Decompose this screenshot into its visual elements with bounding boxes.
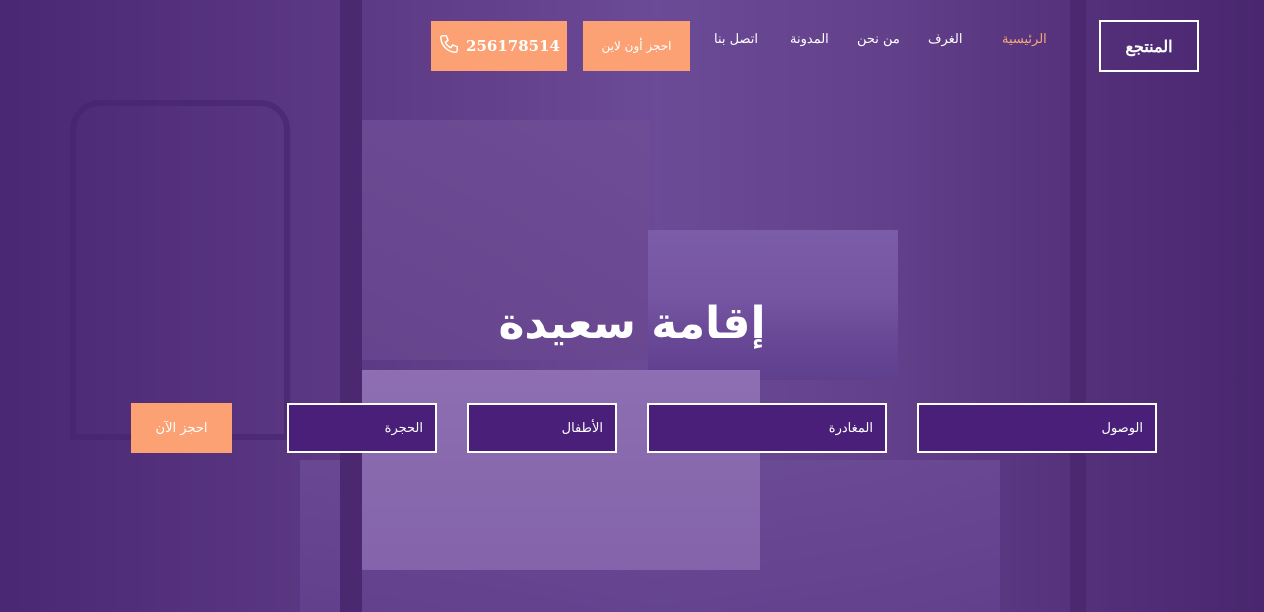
nav-item-contact[interactable]: اتصل بنا xyxy=(714,32,758,47)
site-logo[interactable]: المنتجع xyxy=(1099,20,1199,72)
arrival-field[interactable]: الوصول xyxy=(917,403,1157,453)
departure-label: المغادرة xyxy=(828,420,873,436)
children-label: الأطفال xyxy=(561,420,603,436)
book-now-button[interactable]: احجز الآن xyxy=(131,403,232,453)
nav-item-rooms[interactable]: الغرف xyxy=(928,32,963,47)
phone-icon xyxy=(438,33,460,59)
room-label: الحجرة xyxy=(384,420,423,436)
phone-number: 25617851‏4 xyxy=(466,37,560,55)
nav-item-home[interactable]: الرئيسية xyxy=(1002,32,1047,47)
nav-item-about[interactable]: من نحن xyxy=(857,32,900,47)
children-field[interactable]: الأطفال xyxy=(467,403,617,453)
departure-field[interactable]: المغادرة xyxy=(647,403,887,453)
phone-button[interactable]: 25617851‏4 xyxy=(431,21,567,71)
nav-item-blog[interactable]: المدونة xyxy=(790,32,829,47)
hero-section: المنتجع الرئيسية الغرف من نحن المدونة ات… xyxy=(0,0,1264,612)
hero-title: إقامة سعيدة xyxy=(498,298,766,349)
room-field[interactable]: الحجرة xyxy=(287,403,437,453)
arrival-label: الوصول xyxy=(1101,420,1144,436)
book-online-button[interactable]: احجز أون لاين xyxy=(583,21,690,71)
